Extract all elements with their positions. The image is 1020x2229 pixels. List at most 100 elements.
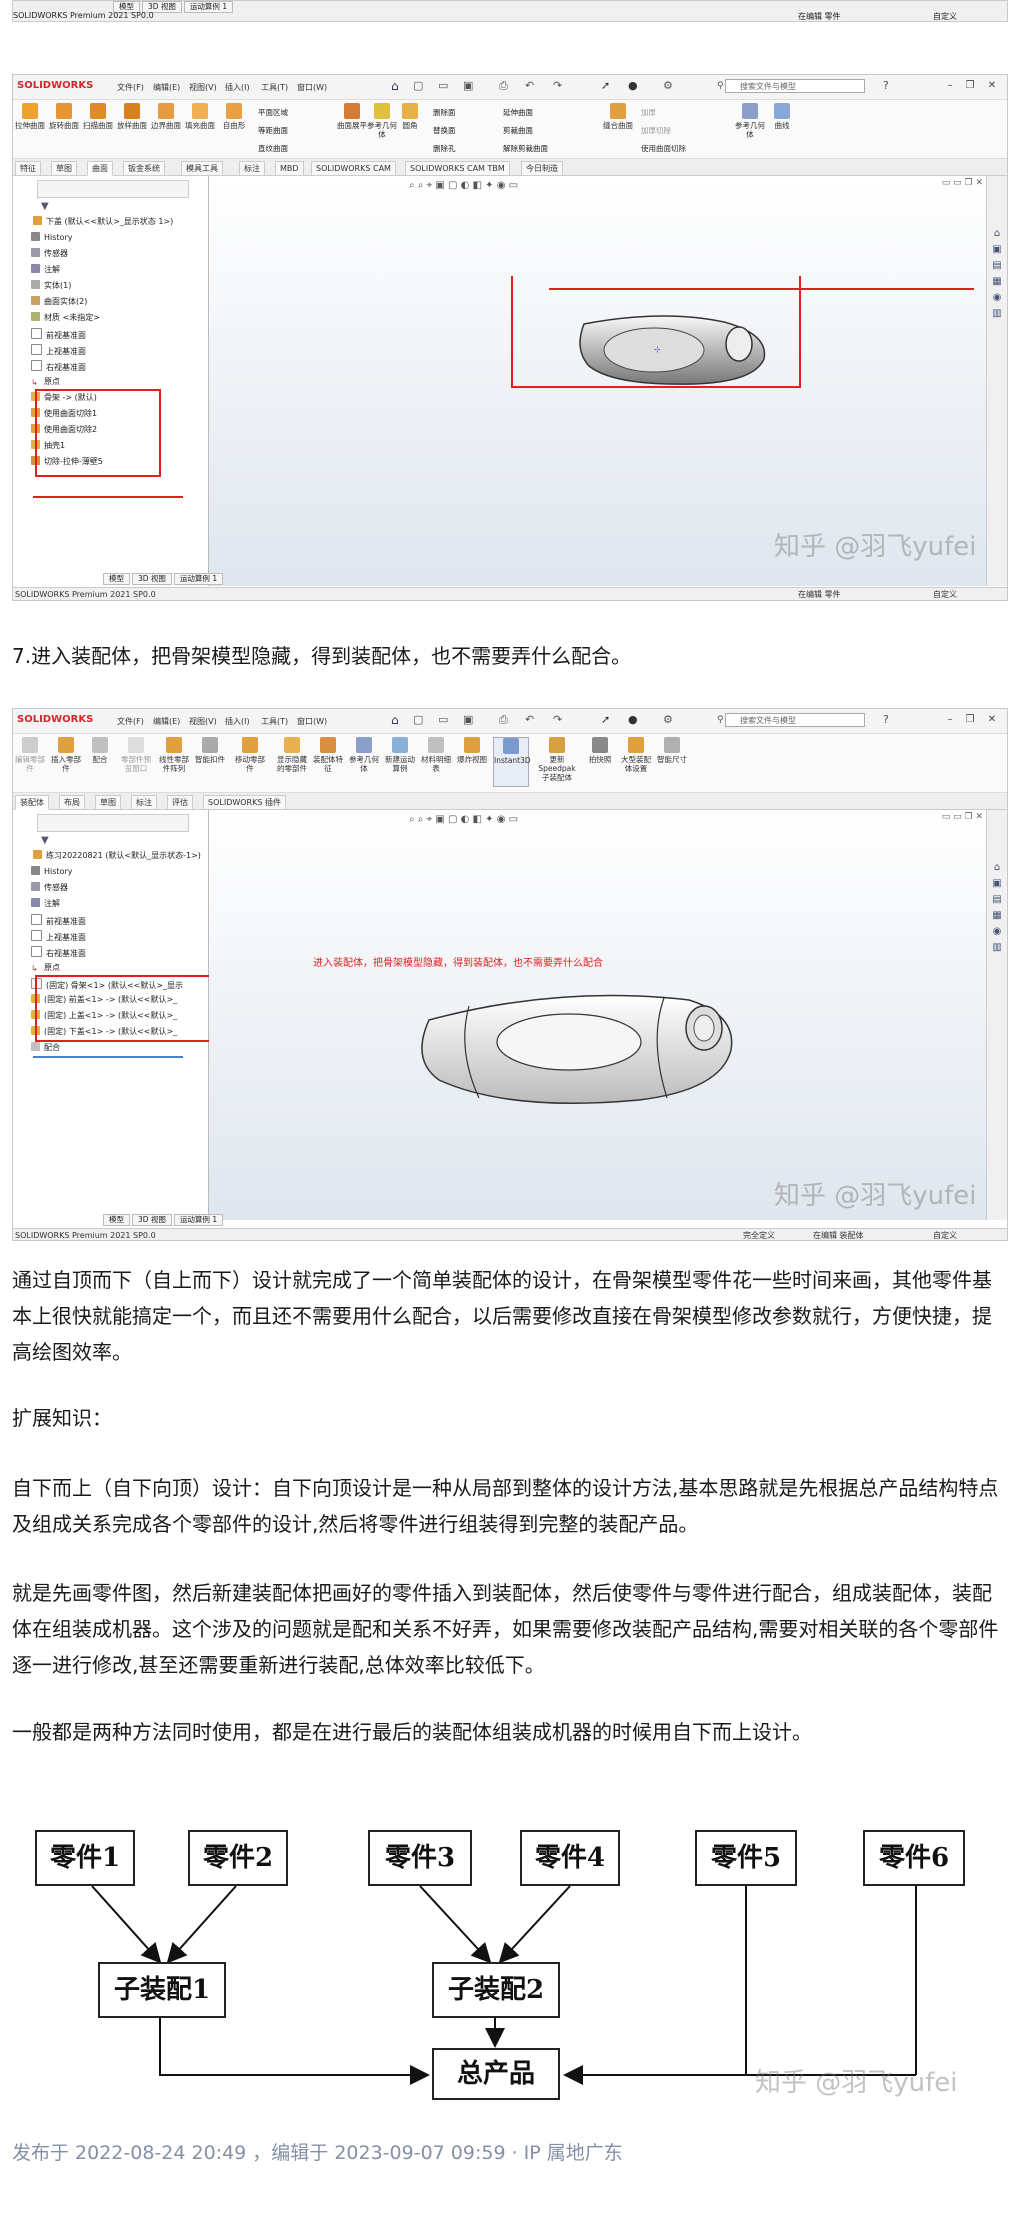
fillet-tool[interactable]: 圆角 <box>393 103 427 130</box>
tab-features[interactable]: 特征 <box>15 161 41 176</box>
instant3d-tool[interactable]: Instant3D <box>493 737 531 787</box>
options-gear-icon[interactable]: ⚙ <box>663 79 673 92</box>
rebuild-icon[interactable]: ● <box>628 79 638 92</box>
tree-material[interactable]: 材质 <未指定> <box>31 312 100 323</box>
tree-front-plane[interactable]: 前视基准面 <box>31 328 86 341</box>
tab-mold-tools[interactable]: 模具工具 <box>181 161 223 176</box>
tab-model[interactable]: 模型 <box>103 1214 130 1226</box>
tab-sw-cam[interactable]: SOLIDWORKS CAM <box>311 161 396 176</box>
search-input[interactable]: 搜索文件与模型 <box>725 79 865 93</box>
thicken-cut-tool[interactable]: 加厚切除 <box>641 122 731 140</box>
restore-button[interactable]: ❐ <box>963 79 977 93</box>
menu-insert[interactable]: 插入(I) <box>225 716 250 727</box>
trim-surface-tool[interactable]: 剪裁曲面 <box>503 122 593 140</box>
tab-3d-view[interactable]: 3D 视图 <box>132 1214 172 1226</box>
new-file-icon[interactable]: ▢ <box>413 79 423 92</box>
panel-tab-bar[interactable] <box>37 180 189 198</box>
tab-motion-study[interactable]: 运动算例 1 <box>173 1214 224 1226</box>
task-pane-strip[interactable]: ⌂ ▣ ▤ ▦ ◉ ▥ <box>986 810 1007 1220</box>
menu-file[interactable]: 文件(F) <box>117 716 144 727</box>
component-preview-tool[interactable]: 零部件预览窗口 <box>119 737 153 773</box>
menu-view[interactable]: 视图(V) <box>189 82 217 93</box>
tab-make-today[interactable]: 今日制造 <box>521 161 563 176</box>
menu-view[interactable]: 视图(V) <box>189 716 217 727</box>
options-gear-icon[interactable]: ⚙ <box>663 713 673 726</box>
tree-top-plane[interactable]: 上视基准面 <box>31 930 86 943</box>
assembly-features-tool[interactable]: 装配体特征 <box>311 737 345 773</box>
menu-window[interactable]: 窗口(W) <box>297 716 327 727</box>
tab-sw-cam-tbm[interactable]: SOLIDWORKS CAM TBM <box>405 161 510 176</box>
knit-surface-tool[interactable]: 缝合曲面 <box>601 103 635 130</box>
tree-origin[interactable]: ↳ 原点 <box>31 962 60 973</box>
boundary-surface-tool[interactable]: 边界曲面 <box>149 103 183 130</box>
tree-origin[interactable]: ↳ 原点 <box>31 376 60 387</box>
tree-root[interactable]: 下盖 (默认<<默认>_显示状态 1>) <box>33 216 173 227</box>
print-icon[interactable]: ⎙ <box>499 79 508 93</box>
menu-insert[interactable]: 插入(I) <box>225 82 250 93</box>
print-icon[interactable]: ⎙ <box>499 713 508 727</box>
tree-history[interactable]: History <box>31 866 72 876</box>
graphics-area[interactable]: ⌕ ⌕ ⌖ ▣ ▢ ◐ ◧ ✦ ◉ ▭ ▭ ▭ ❐ ✕ ⊹ 知乎 @羽飞yufe… <box>209 176 987 586</box>
close-button[interactable]: ✕ <box>985 713 999 727</box>
tree-sensors[interactable]: 传感器 <box>31 248 68 259</box>
revolved-surface-tool[interactable]: 旋转曲面 <box>47 103 81 130</box>
open-icon[interactable]: ▭ <box>438 79 448 92</box>
tree-top-plane[interactable]: 上视基准面 <box>31 344 86 357</box>
help-icon[interactable]: ? <box>883 79 889 92</box>
graphics-area[interactable]: ⌕ ⌕ ⌖ ▣ ▢ ◐ ◧ ✦ ◉ ▭ ▭ ▭ ❐ ✕ 进入装配体，把骨架模型隐… <box>209 810 987 1220</box>
tab-3d-view[interactable]: 3D 视图 <box>132 573 172 585</box>
swept-surface-tool[interactable]: 扫描曲面 <box>81 103 115 130</box>
extruded-surface-tool[interactable]: 拉伸曲面 <box>13 103 47 130</box>
menu-file[interactable]: 文件(F) <box>117 82 144 93</box>
planar-surface-tool[interactable]: 平面区域 <box>258 104 338 122</box>
task-pane-strip[interactable]: ⌂ ▣ ▤ ▦ ◉ ▥ <box>986 176 1007 586</box>
large-assembly-settings-tool[interactable]: 大型装配体设置 <box>619 737 653 773</box>
tab-sw-addins[interactable]: SOLIDWORKS 插件 <box>203 795 286 810</box>
tab-sketch[interactable]: 草图 <box>95 795 121 810</box>
filter-icon[interactable]: ▼ <box>41 835 49 846</box>
surface-flatten-tool[interactable]: 曲面展平 <box>335 103 369 130</box>
smart-dimension-tool[interactable]: 智能尺寸 <box>655 737 689 764</box>
redo-icon[interactable]: ↷ <box>553 79 562 92</box>
bill-of-materials-tool[interactable]: 材料明细表 <box>419 737 453 773</box>
tree-solid-bodies[interactable]: 实体(1) <box>31 280 71 291</box>
delete-face-tool[interactable]: 删除面 <box>433 104 503 122</box>
viewport-window-controls[interactable]: ▭ ▭ ❐ ✕ <box>942 812 983 822</box>
take-snapshot-tool[interactable]: 拍快照 <box>583 737 617 764</box>
status-right[interactable]: 自定义 <box>933 588 957 600</box>
ruled-surface-tool[interactable]: 直纹曲面 <box>258 140 338 158</box>
tree-mates[interactable]: 配合 <box>31 1042 60 1053</box>
minimize-button[interactable]: – <box>943 713 957 727</box>
tab-mbd[interactable]: MBD <box>275 161 304 176</box>
view-toolbar-icons[interactable]: ⌕ ⌕ ⌖ ▣ ▢ ◐ ◧ ✦ ◉ ▭ <box>409 814 518 826</box>
menu-edit[interactable]: 编辑(E) <box>153 82 180 93</box>
tree-history[interactable]: History <box>31 232 72 242</box>
close-button[interactable]: ✕ <box>985 79 999 93</box>
exploded-view-tool[interactable]: 爆炸视图 <box>455 737 489 764</box>
tab-markup[interactable]: 标注 <box>131 795 157 810</box>
view-toolbar-icons[interactable]: ⌕ ⌕ ⌖ ▣ ▢ ◐ ◧ ✦ ◉ ▭ <box>409 180 518 192</box>
menu-window[interactable]: 窗口(W) <box>297 82 327 93</box>
tree-annotations[interactable]: 注解 <box>31 898 60 909</box>
tree-right-plane[interactable]: 右视基准面 <box>31 360 86 373</box>
offset-surface-tool[interactable]: 等距曲面 <box>258 122 338 140</box>
menu-tools[interactable]: 工具(T) <box>261 716 288 727</box>
insert-components-tool[interactable]: 插入零部件 <box>49 737 83 773</box>
filter-icon[interactable]: ▼ <box>41 201 49 212</box>
tab-evaluate[interactable]: 评估 <box>167 795 193 810</box>
freeform-tool[interactable]: 自由形 <box>217 103 251 130</box>
tree-surface-bodies[interactable]: 曲面实体(2) <box>31 296 87 307</box>
tree-sensors[interactable]: 传感器 <box>31 882 68 893</box>
linear-pattern-tool[interactable]: 线性零部件阵列 <box>157 737 191 773</box>
lofted-surface-tool[interactable]: 放样曲面 <box>115 103 149 130</box>
delete-hole-tool[interactable]: 删除孔 <box>433 140 503 158</box>
thicken-tool[interactable]: 加厚 <box>641 104 731 122</box>
show-hidden-components-tool[interactable]: 显示隐藏的零部件 <box>275 737 309 773</box>
cut-with-surface-tool[interactable]: 使用曲面切除 <box>641 140 731 158</box>
tree-annotations[interactable]: 注解 <box>31 264 60 275</box>
tab-assembly[interactable]: 装配体 <box>15 795 49 810</box>
extend-surface-tool[interactable]: 延伸曲面 <box>503 104 593 122</box>
save-icon[interactable]: ▣ <box>463 713 473 726</box>
select-cursor-icon[interactable]: ➚ <box>601 713 610 726</box>
rebuild-icon[interactable]: ● <box>628 713 638 726</box>
